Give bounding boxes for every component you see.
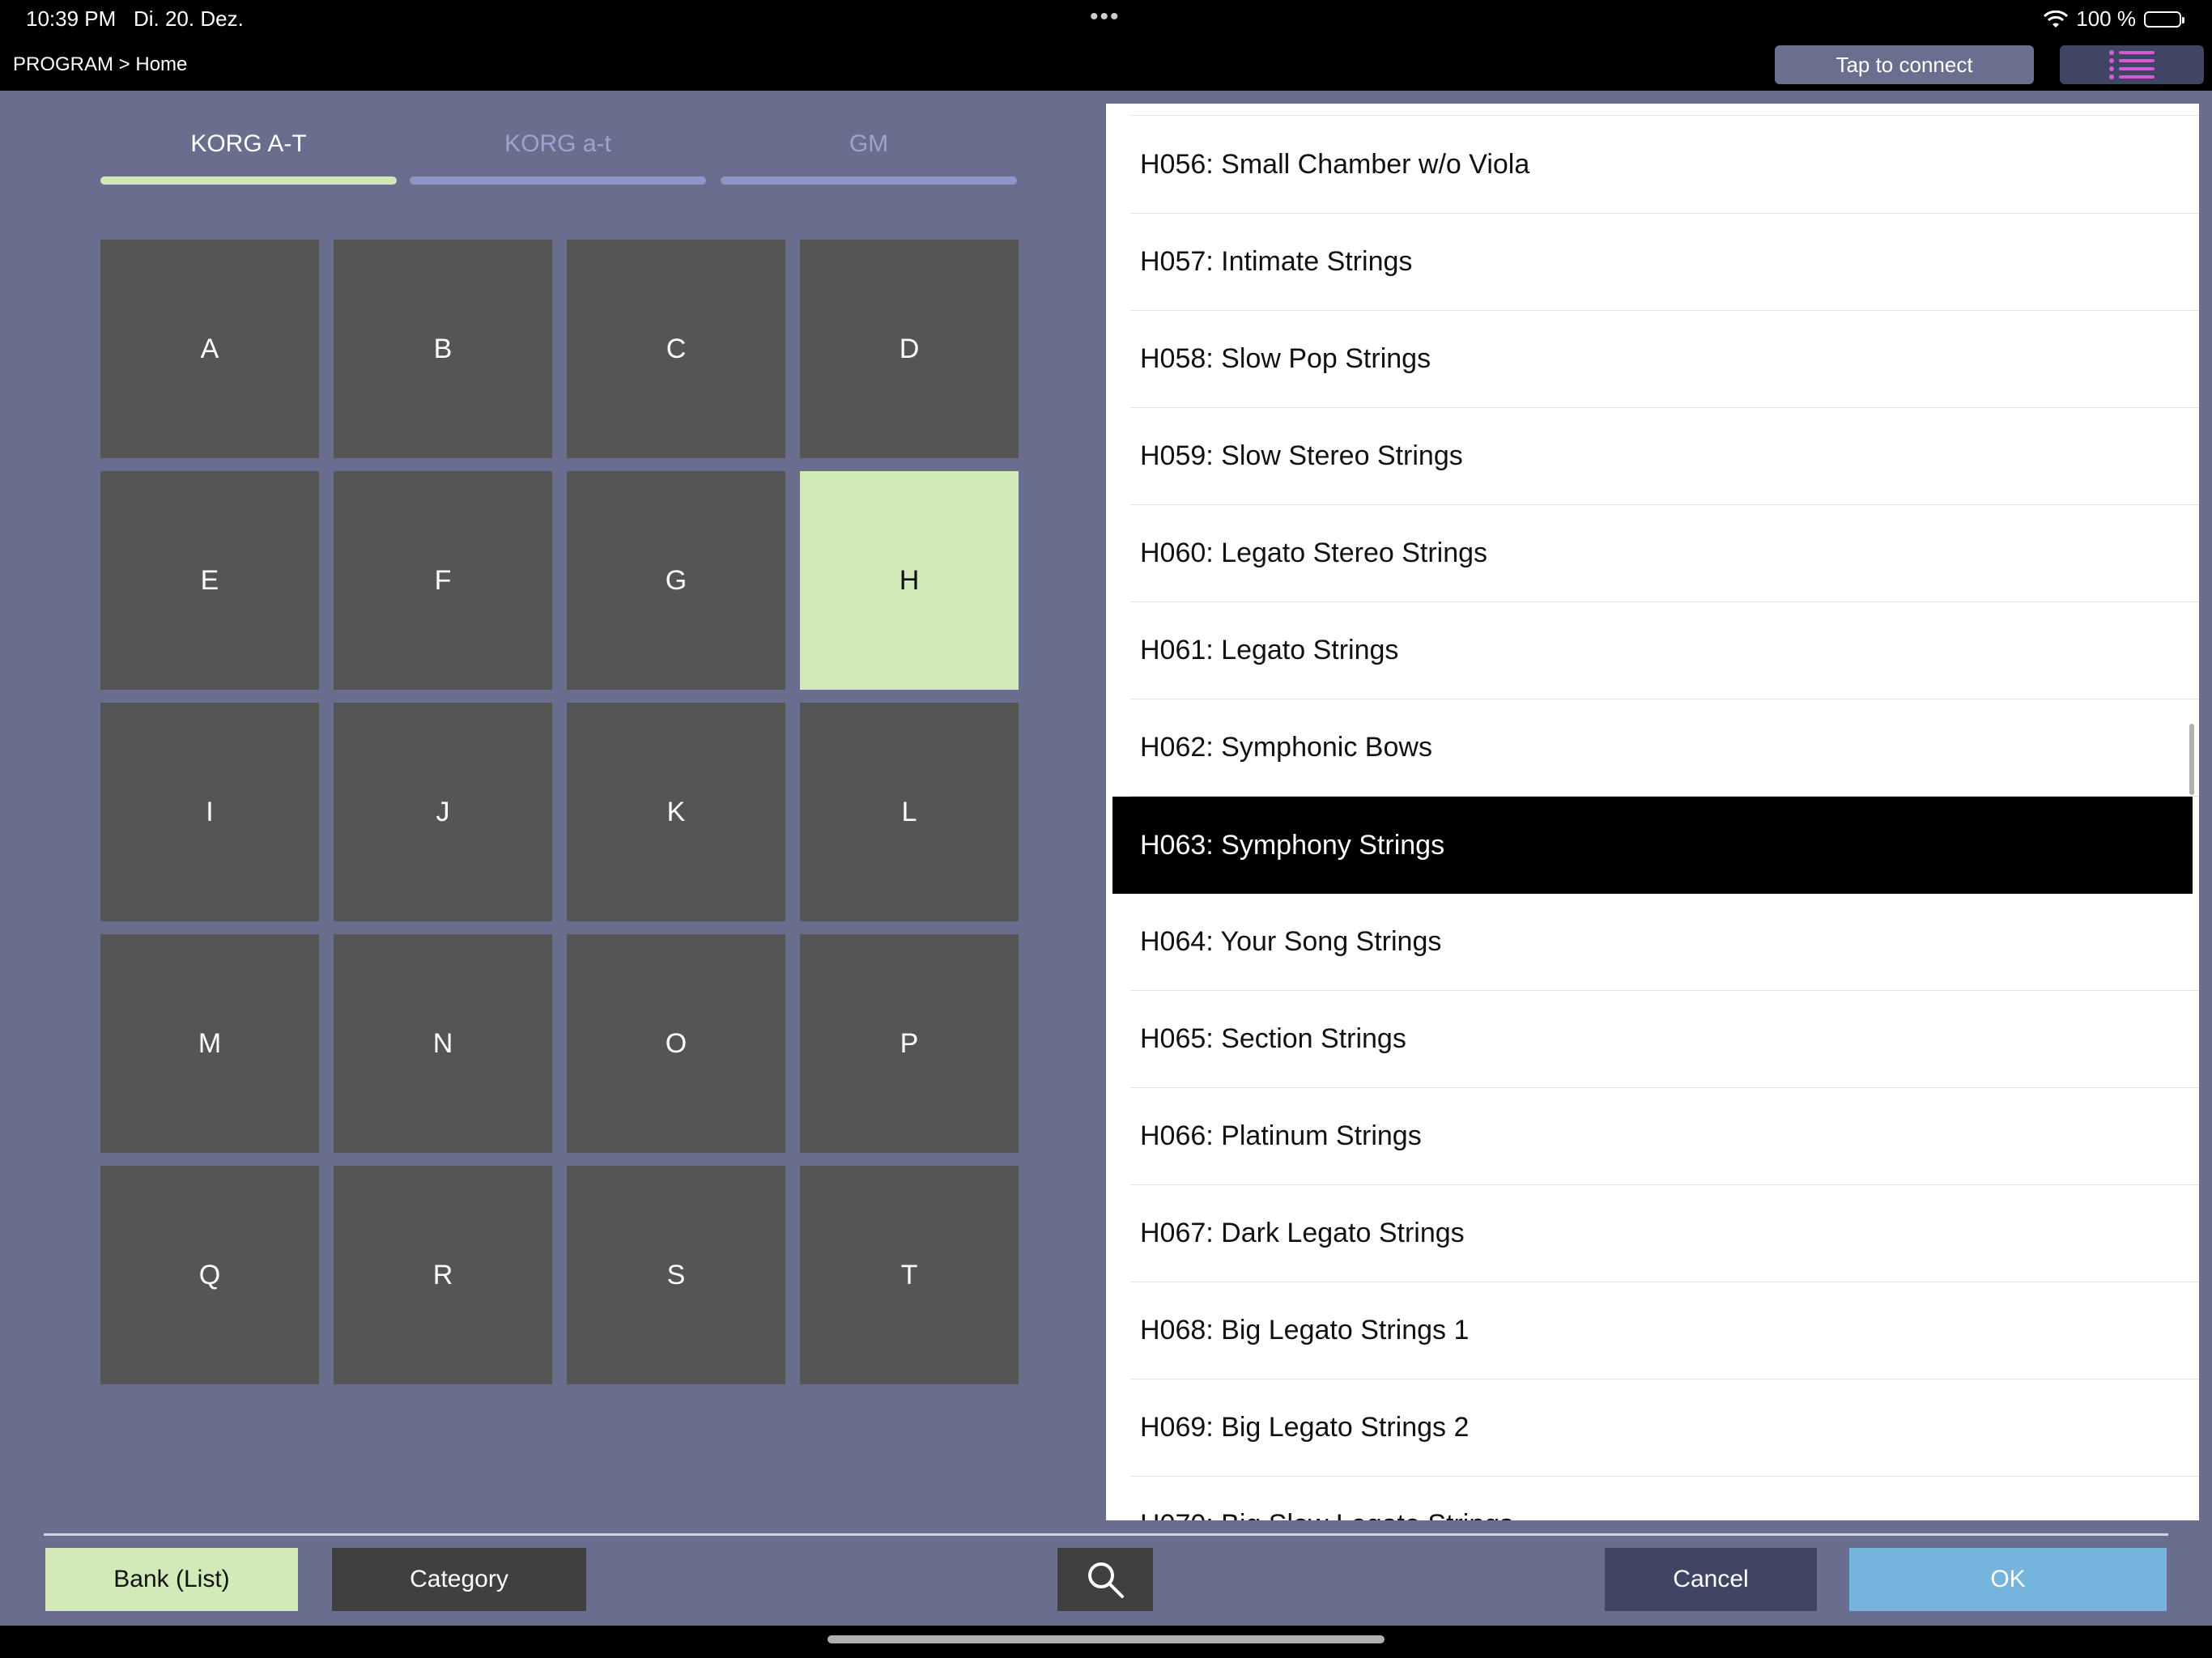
battery-percent: 100 % [2076, 6, 2136, 31]
program-list-item[interactable]: H069: Big Legato Strings 2 [1130, 1380, 2199, 1477]
top-bar: 10:39 PM Di. 20. Dez. ••• 100 % PROGRAM … [0, 0, 2212, 91]
bank-grid: ABCD EFGH IJKL MNOP QRST [100, 240, 1019, 1384]
tab-korg-a-t-lower[interactable]: KORG a-t [410, 121, 706, 185]
bank-cell-g[interactable]: G [567, 471, 785, 690]
ok-button[interactable]: OK [1849, 1548, 2167, 1611]
cancel-button[interactable]: Cancel [1605, 1548, 1817, 1611]
bank-cell-c[interactable]: C [567, 240, 785, 458]
bank-cell-a[interactable]: A [100, 240, 319, 458]
program-list-item[interactable]: H064: Your Song Strings [1130, 894, 2199, 991]
home-indicator[interactable] [827, 1635, 1385, 1643]
tab-label: KORG a-t [504, 130, 611, 157]
battery-icon [2144, 11, 2184, 28]
program-list-item[interactable]: H068: Big Legato Strings 1 [1130, 1282, 2199, 1380]
search-button[interactable] [1057, 1548, 1153, 1611]
program-list-item[interactable]: H062: Symphonic Bows [1130, 699, 2199, 797]
bank-cell-h[interactable]: H [800, 471, 1019, 690]
bank-cell-l[interactable]: L [800, 703, 1019, 921]
program-list-item[interactable]: H061: Legato Strings [1130, 602, 2199, 699]
bank-cell-f[interactable]: F [334, 471, 552, 690]
bank-cell-d[interactable]: D [800, 240, 1019, 458]
status-indicators: 100 % [2044, 6, 2184, 32]
bank-cell-k[interactable]: K [567, 703, 785, 921]
program-list-item[interactable]: H070: Big Slow Legato Strings [1130, 1477, 2199, 1520]
program-list-item[interactable]: H057: Intimate Strings [1130, 214, 2199, 311]
bank-cell-t[interactable]: T [800, 1166, 1019, 1384]
bank-cell-n[interactable]: N [334, 934, 552, 1153]
scrollbar[interactable] [2189, 724, 2194, 795]
bank-cell-b[interactable]: B [334, 240, 552, 458]
bank-cell-p[interactable]: P [800, 934, 1019, 1153]
program-list-item[interactable]: H058: Slow Pop Strings [1130, 311, 2199, 408]
tab-label: KORG A-T [190, 130, 307, 157]
list-top-rule [1130, 115, 2199, 116]
program-list-item[interactable]: H060: Legato Stereo Strings [1130, 505, 2199, 602]
search-icon [1088, 1562, 1124, 1598]
status-time: 10:39 PM Di. 20. Dez. [26, 6, 244, 32]
tab-korg-a-t-upper[interactable]: KORG A-T [100, 121, 397, 185]
bank-cell-e[interactable]: E [100, 471, 319, 690]
program-list-item[interactable]: H065: Section Strings [1130, 991, 2199, 1088]
wifi-icon [2044, 10, 2069, 28]
bank-cell-q[interactable]: Q [100, 1166, 319, 1384]
tab-indicator [721, 176, 1017, 185]
status-clock: 10:39 PM [26, 6, 117, 31]
program-list-item[interactable]: H063: Symphony Strings [1112, 797, 2193, 894]
program-list-item[interactable]: H066: Platinum Strings [1130, 1088, 2199, 1185]
breadcrumb[interactable]: PROGRAM > Home [13, 53, 187, 76]
bank-cell-o[interactable]: O [567, 934, 785, 1153]
tab-indicator [100, 176, 397, 185]
bank-cell-j[interactable]: J [334, 703, 552, 921]
multitasking-dots-icon[interactable]: ••• [1090, 3, 1121, 31]
bank-list-button[interactable]: Bank (List) [45, 1548, 298, 1611]
bank-cell-i[interactable]: I [100, 703, 319, 921]
list-icon [2109, 50, 2155, 79]
bank-cell-r[interactable]: R [334, 1166, 552, 1384]
program-list[interactable]: H070: Big Slow Legato StringsH069: Big L… [1106, 104, 2199, 1520]
program-list-item[interactable]: H056: Small Chamber w/o Viola [1130, 117, 2199, 214]
program-list-item[interactable]: H067: Dark Legato Strings [1130, 1185, 2199, 1282]
tab-label: GM [849, 130, 889, 157]
toolbar-divider [44, 1533, 2168, 1536]
bank-cell-m[interactable]: M [100, 934, 319, 1153]
category-button[interactable]: Category [332, 1548, 586, 1611]
tab-indicator [410, 176, 706, 185]
tap-to-connect-button[interactable]: Tap to connect [1775, 45, 2034, 84]
menu-button[interactable] [2060, 45, 2204, 84]
tab-gm[interactable]: GM [721, 121, 1017, 185]
program-list-item[interactable]: H059: Slow Stereo Strings [1130, 408, 2199, 505]
status-date: Di. 20. Dez. [133, 6, 244, 31]
bank-cell-s[interactable]: S [567, 1166, 785, 1384]
